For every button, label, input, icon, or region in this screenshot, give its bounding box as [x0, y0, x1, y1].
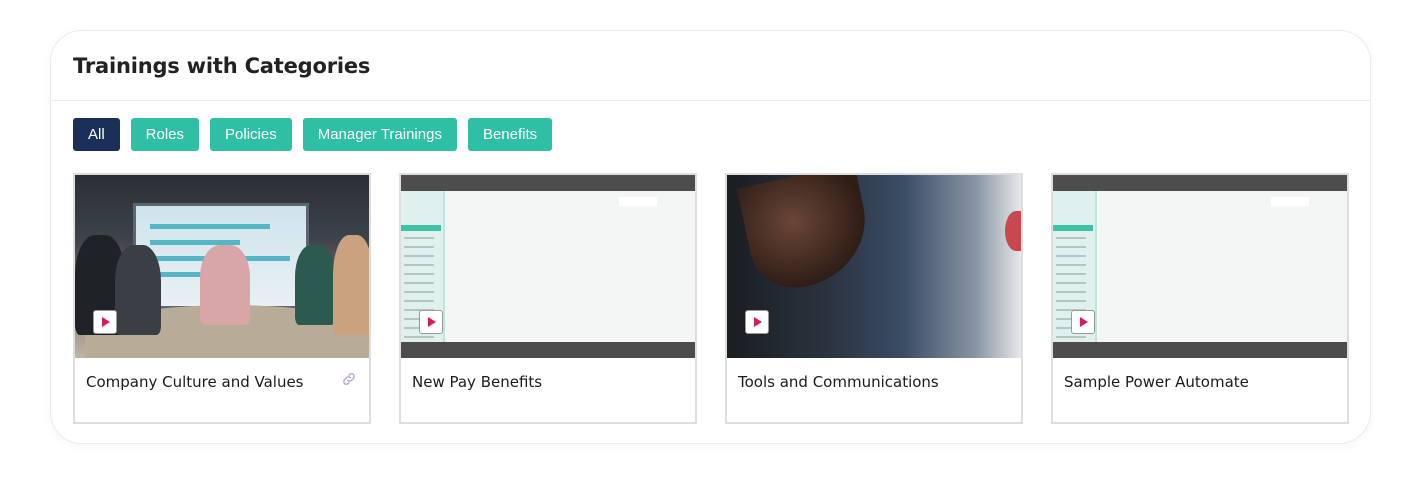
- link-icon[interactable]: [341, 371, 357, 387]
- play-icon[interactable]: [1071, 310, 1095, 334]
- play-icon[interactable]: [419, 310, 443, 334]
- category-filters: All Roles Policies Manager Trainings Ben…: [73, 118, 553, 151]
- play-icon[interactable]: [93, 310, 117, 334]
- training-card[interactable]: Sample Power Automate: [1051, 173, 1349, 424]
- card-title: Company Culture and Values: [86, 373, 304, 391]
- play-icon[interactable]: [745, 310, 769, 334]
- training-thumbnail[interactable]: [1053, 175, 1347, 358]
- training-thumbnail[interactable]: [727, 175, 1021, 358]
- training-thumbnail[interactable]: [401, 175, 695, 358]
- trainings-panel: Trainings with Categories All Roles Poli…: [50, 30, 1371, 444]
- card-title: New Pay Benefits: [412, 373, 543, 391]
- card-title: Tools and Communications: [738, 373, 939, 391]
- training-card[interactable]: New Pay Benefits: [399, 173, 697, 424]
- filter-all[interactable]: All: [73, 118, 120, 151]
- filter-benefits[interactable]: Benefits: [467, 118, 553, 151]
- filter-manager-trainings[interactable]: Manager Trainings: [302, 118, 457, 151]
- training-card[interactable]: Company Culture and Values: [73, 173, 371, 424]
- panel-header: Trainings with Categories: [51, 31, 1370, 101]
- thumbnail-image: [736, 175, 878, 297]
- training-cards: Company Culture and Values New Pay Benef…: [73, 173, 1349, 424]
- training-thumbnail[interactable]: [75, 175, 369, 358]
- filter-roles[interactable]: Roles: [130, 118, 200, 151]
- filter-policies[interactable]: Policies: [210, 118, 292, 151]
- training-card[interactable]: Tools and Communications: [725, 173, 1023, 424]
- section-title: Trainings with Categories: [73, 53, 371, 78]
- card-title: Sample Power Automate: [1064, 373, 1249, 391]
